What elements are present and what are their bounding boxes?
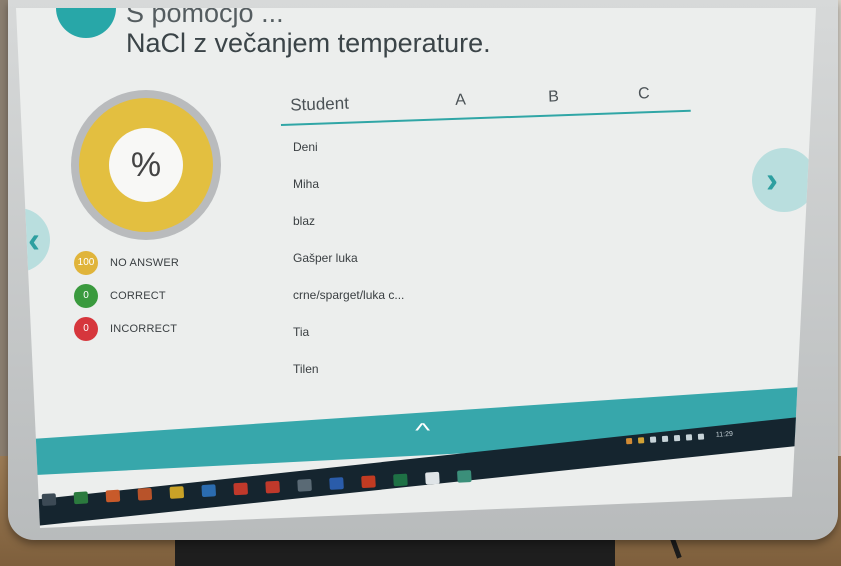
table-header: Student A B C bbox=[279, 69, 691, 126]
student-row: Gašper luka bbox=[293, 251, 358, 265]
student-row: Miha bbox=[293, 177, 320, 191]
word-icon[interactable] bbox=[329, 477, 344, 490]
network-icon[interactable] bbox=[685, 433, 693, 441]
question-number-circle bbox=[56, 8, 116, 38]
donut-center-label: % bbox=[109, 128, 183, 202]
app-icon[interactable] bbox=[457, 470, 472, 483]
student-row: blaz bbox=[293, 214, 316, 228]
student-row: crne/sparget/luka c... bbox=[293, 288, 405, 302]
column-header-b: B bbox=[547, 88, 560, 106]
column-header-student: Student bbox=[289, 93, 350, 115]
excel-icon[interactable] bbox=[393, 473, 408, 487]
question-text: S pomočjo ... NaCl z večanjem temperatur… bbox=[126, 8, 491, 58]
student-row: Deni bbox=[293, 140, 318, 154]
student-answers-table: Student A B C Deni Miha blaz Gašper luka… bbox=[279, 69, 691, 399]
tray-icon[interactable] bbox=[661, 435, 669, 442]
app-icon[interactable] bbox=[297, 478, 312, 492]
tray-icon[interactable] bbox=[649, 435, 657, 443]
monitor: S pomočjo ... NaCl z večanjem temperatur… bbox=[8, 0, 838, 540]
previous-button[interactable]: ‹ bbox=[16, 208, 50, 272]
edge-icon[interactable] bbox=[201, 484, 217, 498]
results-legend: 100 NO ANSWER 0 CORRECT 0 INCORRECT bbox=[74, 246, 179, 345]
screen: S pomočjo ... NaCl z večanjem temperatur… bbox=[16, 8, 816, 528]
clock[interactable]: 11:29 bbox=[716, 431, 733, 439]
student-row: Tia bbox=[293, 325, 310, 339]
chevron-right-icon: › bbox=[766, 159, 778, 200]
powerpoint-icon[interactable] bbox=[361, 475, 376, 489]
no-answer-label: NO ANSWER bbox=[110, 256, 180, 269]
app-icon[interactable] bbox=[137, 487, 153, 501]
chevron-up-icon[interactable]: ^ bbox=[415, 420, 430, 443]
chevron-left-icon: ‹ bbox=[28, 219, 40, 260]
column-header-c: C bbox=[637, 85, 650, 103]
legend-no-answer: 100 NO ANSWER bbox=[74, 246, 179, 279]
app-icon[interactable] bbox=[105, 489, 121, 503]
app-icon[interactable] bbox=[169, 486, 185, 499]
start-icon[interactable] bbox=[41, 493, 57, 506]
legend-correct: 0 CORRECT bbox=[74, 279, 179, 312]
legend-incorrect: 0 INCORRECT bbox=[74, 312, 179, 345]
no-answer-count-badge: 100 bbox=[74, 250, 98, 275]
next-button[interactable]: › bbox=[752, 148, 816, 212]
question-line-1: S pomočjo ... bbox=[126, 8, 284, 28]
table-body: Deni Miha blaz Gašper luka crne/sparget/… bbox=[281, 140, 691, 399]
incorrect-count-badge: 0 bbox=[74, 316, 98, 341]
chrome-icon[interactable] bbox=[233, 482, 249, 496]
store-icon[interactable] bbox=[73, 491, 89, 505]
file-icon[interactable] bbox=[425, 471, 440, 485]
correct-count-badge: 0 bbox=[74, 283, 98, 308]
app-icon[interactable] bbox=[265, 480, 280, 494]
incorrect-label: INCORRECT bbox=[110, 322, 178, 335]
volume-icon[interactable] bbox=[697, 433, 705, 440]
results-donut-chart: % bbox=[71, 90, 221, 240]
correct-label: CORRECT bbox=[110, 289, 166, 302]
tray-icon[interactable] bbox=[637, 436, 645, 444]
question-line-2: NaCl z večanjem temperature. bbox=[126, 28, 491, 58]
student-row: Tilen bbox=[293, 362, 319, 376]
flag-icon[interactable] bbox=[673, 434, 681, 441]
column-header-a: A bbox=[454, 91, 467, 109]
tray-icon[interactable] bbox=[625, 437, 633, 444]
